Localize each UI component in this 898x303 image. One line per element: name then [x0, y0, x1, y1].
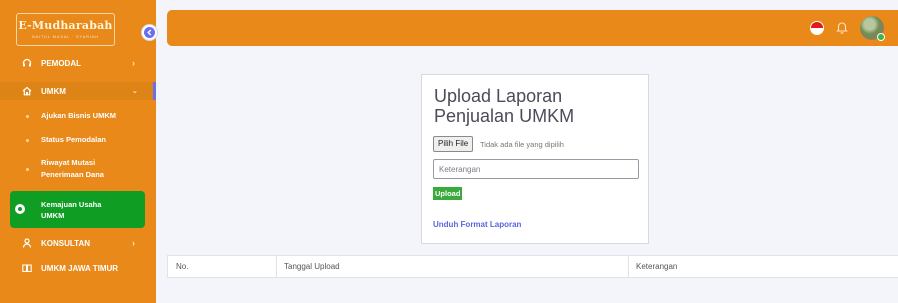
sidebar-item-label: UMKM	[41, 86, 66, 96]
column-header-tanggal-upload: Tanggal Upload	[276, 256, 628, 277]
sidebar-item-pemodal[interactable]: PEMODAL ›	[0, 55, 156, 71]
headset-icon	[22, 58, 32, 68]
sidebar-item-label: PEMODAL	[41, 58, 81, 68]
card-title-line1: Upload Laporan	[434, 86, 563, 106]
upload-button[interactable]: Upload	[433, 187, 463, 200]
bell-icon[interactable]	[836, 20, 848, 39]
chevron-right-icon: ›	[132, 238, 135, 248]
brand-tagline: BAITUL MASAL · SYARIAH	[32, 34, 99, 39]
radio-selected-icon	[15, 204, 25, 214]
card-title: Upload Laporan Penjualan UMKM	[434, 86, 634, 126]
chevron-left-icon	[147, 29, 152, 36]
chevron-down-icon: ⌄	[132, 88, 138, 95]
brand-name: E-Mudharabah	[18, 19, 113, 32]
indonesia-flag-icon[interactable]	[810, 21, 824, 35]
sidebar: E-Mudharabah BAITUL MASAL · SYARIAH PEMO…	[0, 0, 156, 303]
sidebar-collapse-button[interactable]	[142, 25, 157, 40]
sidebar-item-label: KONSULTAN	[41, 238, 91, 248]
sidebar-item-umkm-jawa-timur[interactable]: UMKM JAWA TIMUR	[0, 260, 156, 276]
sidebar-subitem-status-pemodalan[interactable]: Status Pemodalan	[0, 134, 156, 146]
upload-report-card: Upload Laporan Penjualan UMKM Pilih File…	[421, 74, 649, 244]
download-format-link[interactable]: Unduh Format Laporan	[433, 220, 521, 229]
brand-logo[interactable]: E-Mudharabah BAITUL MASAL · SYARIAH	[16, 13, 115, 46]
keterangan-input[interactable]	[433, 159, 639, 179]
sidebar-subitem-kemajuan-usaha[interactable]: Kemajuan Usaha UMKM	[10, 191, 145, 228]
sidebar-subitem-label: Ajukan Bisnis UMKM	[41, 111, 117, 120]
bullet-icon	[26, 139, 29, 142]
user-icon	[22, 238, 32, 248]
user-avatar[interactable]	[860, 16, 885, 41]
card-title-line2: Penjualan UMKM	[434, 106, 575, 126]
sidebar-subitem-riwayat-mutasi[interactable]: Riwayat Mutasi Penerimaan Dana	[0, 157, 156, 181]
bullet-icon	[26, 115, 29, 118]
sidebar-item-label: UMKM JAWA TIMUR	[41, 263, 119, 273]
top-navbar	[167, 10, 898, 46]
chevron-right-icon: ›	[132, 58, 135, 68]
column-header-keterangan: Keterangan	[628, 256, 677, 277]
book-icon	[22, 263, 32, 273]
file-status-text: Tidak ada file yang dipilih	[480, 140, 564, 149]
sidebar-subitem-label: Status Pemodalan	[41, 135, 107, 144]
bullet-icon	[26, 168, 29, 171]
column-header-no: No.	[176, 262, 189, 271]
sidebar-subitem-label-line2: UMKM	[41, 211, 65, 220]
sidebar-item-konsultan[interactable]: KONSULTAN ›	[0, 235, 156, 251]
online-status-icon	[877, 33, 885, 41]
sidebar-subitem-ajukan-bisnis[interactable]: Ajukan Bisnis UMKM	[0, 110, 156, 122]
sidebar-subitem-label-line1: Kemajuan Usaha	[41, 200, 102, 209]
reports-table-header: No. Tanggal Upload Keterangan	[167, 255, 898, 278]
home-icon	[22, 86, 32, 96]
sidebar-subitem-label-line1: Riwayat Mutasi	[41, 158, 96, 167]
sidebar-item-umkm[interactable]: UMKM ⌄	[0, 82, 156, 100]
choose-file-button[interactable]: Pilih File	[433, 136, 474, 152]
sidebar-subitem-label-line2: Penerimaan Dana	[41, 170, 104, 179]
